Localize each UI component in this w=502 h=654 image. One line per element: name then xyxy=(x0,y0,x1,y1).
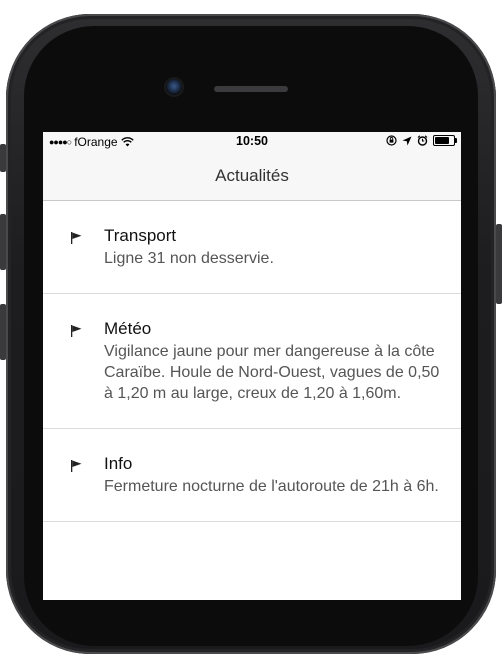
volume-up-button xyxy=(0,214,6,270)
news-title: Info xyxy=(104,454,133,473)
battery-icon xyxy=(433,135,457,146)
rotation-lock-icon xyxy=(386,135,397,146)
alarm-icon xyxy=(417,135,428,146)
earpiece-speaker xyxy=(214,86,288,92)
news-title: Transport xyxy=(104,226,177,245)
news-item-info[interactable]: Info Fermeture nocturne de l'autoroute d… xyxy=(43,429,461,522)
news-text: Vigilance jaune pour mer dangereuse à la… xyxy=(104,343,440,402)
battery-tip xyxy=(455,138,457,143)
news-list: Transport Ligne 31 non desservie. Météo … xyxy=(43,201,461,522)
power-button xyxy=(496,224,502,304)
front-camera xyxy=(166,79,182,95)
location-arrow-icon xyxy=(402,136,412,145)
news-text: Fermeture nocturne de l'autoroute de 21h… xyxy=(104,478,439,495)
news-title: Météo xyxy=(104,319,152,338)
status-bar: ●●●●○ fOrange 10:50 xyxy=(43,132,461,152)
app-screen: ●●●●○ fOrange 10:50 Actualités Transport… xyxy=(43,132,461,600)
flag-icon xyxy=(71,232,82,244)
status-right xyxy=(386,135,457,146)
page-title: Actualités xyxy=(215,166,289,185)
flag-icon xyxy=(71,325,82,337)
battery-fill xyxy=(435,137,450,144)
news-item-meteo[interactable]: Météo Vigilance jaune pour mer dangereus… xyxy=(43,294,461,429)
flag-icon xyxy=(71,460,82,472)
volume-down-button xyxy=(0,304,6,360)
navigation-bar: Actualités xyxy=(43,152,461,201)
news-text: Ligne 31 non desservie. xyxy=(104,250,274,267)
mute-switch xyxy=(0,144,6,172)
news-item-transport[interactable]: Transport Ligne 31 non desservie. xyxy=(43,201,461,294)
